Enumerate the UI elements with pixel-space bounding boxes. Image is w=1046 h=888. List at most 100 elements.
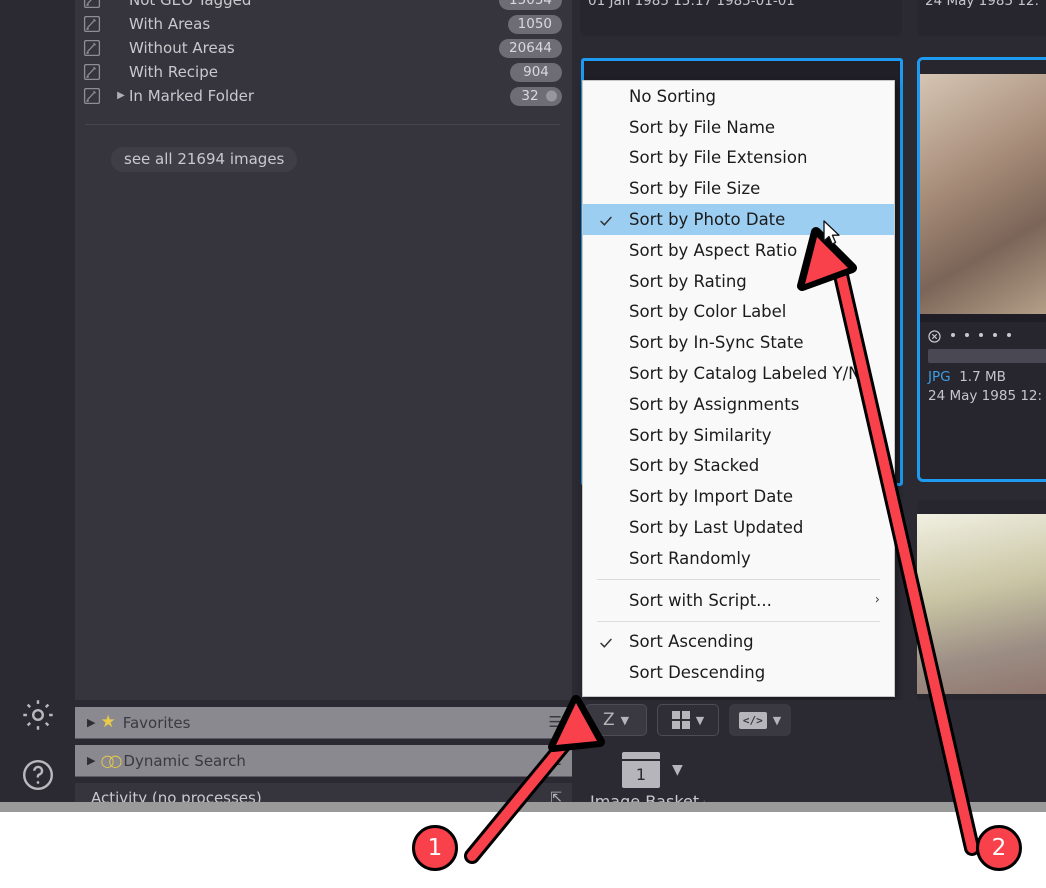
- chevron-right-icon[interactable]: ›: [875, 593, 880, 608]
- sort-menu-item[interactable]: Sort by Rating: [583, 266, 894, 297]
- sort-menu-item[interactable]: Sort by Color Label: [583, 297, 894, 328]
- star-icon: ★: [100, 712, 116, 732]
- thumbnail-date: 24 May 1985 12:: [928, 388, 1043, 404]
- chevron-right-icon[interactable]: ▶: [113, 91, 129, 101]
- sort-menu-item[interactable]: Sort Ascending: [583, 627, 894, 658]
- grid-icon: [671, 711, 690, 729]
- menu-item-label: Sort by Aspect Ratio: [629, 240, 798, 260]
- filter-list: Not GEO Tagged15054With Areas1050Without…: [75, 0, 572, 108]
- sort-menu-item[interactable]: Sort by Photo Date: [583, 204, 894, 235]
- menu-item-label: Sort by Assignments: [629, 394, 800, 414]
- filter-row[interactable]: With Areas 1050: [75, 12, 572, 36]
- menu-separator: [597, 620, 880, 622]
- rating-dot[interactable]: [965, 332, 969, 337]
- edit-square-icon[interactable]: [83, 0, 105, 9]
- filter-count: 904: [510, 62, 562, 82]
- menu-item-label: No Sorting: [629, 86, 717, 106]
- menu-item-label: Sort by Rating: [629, 271, 747, 291]
- dynamic-search-label: Dynamic Search: [123, 751, 246, 770]
- thumbnail-tile-selected[interactable]: JPG 1.7 MB 24 May 1985 12:: [917, 57, 1046, 482]
- edit-square-icon[interactable]: [83, 15, 105, 33]
- view-toolbar: Z ▼ ▼ </> ▼: [572, 700, 1046, 740]
- chevron-right-icon[interactable]: ▶: [87, 754, 95, 767]
- chevron-down-icon[interactable]: ▼: [773, 714, 781, 727]
- filter-panel: Not GEO Tagged15054With Areas1050Without…: [75, 0, 572, 700]
- filter-count: 20644: [499, 38, 562, 58]
- filter-row[interactable]: With Recipe 904: [75, 60, 572, 84]
- thumbnail-image: [917, 514, 1046, 694]
- check-icon: [599, 635, 613, 649]
- thumbnail-filetype-size: JPG 1.7 MB: [928, 369, 1006, 385]
- filter-count: 32: [510, 86, 562, 106]
- sort-menu-item[interactable]: Sort Descending: [583, 657, 894, 688]
- menu-item-label: Sort by File Size: [629, 179, 761, 199]
- sort-menu-item[interactable]: Sort with Script... ›: [583, 585, 894, 616]
- filter-row[interactable]: Without Areas 20644: [75, 36, 572, 60]
- filter-row[interactable]: Not GEO Tagged 15054: [75, 0, 572, 12]
- filter-row[interactable]: ▶ In Marked Folder 32: [75, 84, 572, 108]
- help-icon[interactable]: [20, 757, 56, 793]
- sort-dropdown-menu[interactable]: No Sorting Sort by File Name Sort by File …: [582, 80, 895, 697]
- sort-menu-item[interactable]: Sort Randomly: [583, 543, 894, 574]
- edit-square-icon[interactable]: [83, 63, 105, 81]
- menu-item-label: Sort by In-Sync State: [629, 333, 804, 353]
- thumbnail-date: 01 Jan 1985 15:17 1985-01-01: [588, 0, 795, 9]
- chevron-down-icon[interactable]: ▼: [621, 714, 629, 727]
- chevron-down-icon[interactable]: ▼: [696, 714, 704, 727]
- basket-icon[interactable]: 1: [622, 752, 660, 790]
- chevron-down-icon[interactable]: ▼: [672, 762, 683, 778]
- status-dot: [546, 90, 557, 102]
- sort-menu-item[interactable]: Sort by File Name: [583, 112, 894, 143]
- check-icon: [599, 213, 613, 227]
- chevron-right-icon[interactable]: ▶: [87, 716, 95, 729]
- annotation-badge-1: 1: [412, 825, 458, 871]
- filter-label: In Marked Folder: [129, 87, 255, 105]
- dynamic-search-section[interactable]: ▶ ○○ Dynamic Search ☰: [75, 745, 572, 777]
- basket-count: 1: [622, 761, 660, 788]
- sort-menu-item[interactable]: No Sorting: [583, 81, 894, 112]
- sort-order-button[interactable]: Z ▼: [585, 704, 647, 736]
- filter-label: Without Areas: [129, 39, 235, 57]
- sort-menu-item[interactable]: Sort by Import Date: [583, 481, 894, 512]
- thumbnail-tile[interactable]: 01 Jan 1985 15:17 1985-01-01: [580, 0, 902, 36]
- menu-icon[interactable]: ☰: [549, 715, 562, 730]
- thumbnail-tile[interactable]: 24 May 1985 12:: [917, 0, 1046, 36]
- edit-square-icon[interactable]: [83, 87, 105, 105]
- rating-dot[interactable]: [979, 332, 983, 337]
- menu-item-label: Sort Randomly: [629, 548, 751, 568]
- sort-menu-item[interactable]: Sort by Stacked: [583, 451, 894, 482]
- rating-control[interactable]: [920, 322, 1046, 343]
- menu-item-label: Sort by Last Updated: [629, 518, 804, 538]
- menu-separator: [597, 578, 880, 580]
- menu-icon[interactable]: ☰: [549, 753, 562, 768]
- rating-dot[interactable]: [1007, 332, 1011, 337]
- sort-menu-item[interactable]: Sort by Assignments: [583, 389, 894, 420]
- rating-dot[interactable]: [993, 332, 997, 337]
- metadata-overlay-button[interactable]: </> ▼: [729, 704, 791, 736]
- sort-az-label: Z: [602, 710, 615, 730]
- sort-menu-item[interactable]: Sort by Last Updated: [583, 512, 894, 543]
- thumbnail-tile[interactable]: [917, 500, 1046, 705]
- sort-menu-item[interactable]: Sort by Aspect Ratio: [583, 235, 894, 266]
- sort-menu-item[interactable]: Sort by File Extension: [583, 143, 894, 174]
- favorites-section[interactable]: ▶ ★ Favorites ☰: [75, 707, 572, 739]
- sort-menu-item[interactable]: Sort by Catalog Labeled Y/N: [583, 358, 894, 389]
- sort-menu-item[interactable]: Sort by In-Sync State: [583, 327, 894, 358]
- menu-item-label: Sort by Similarity: [629, 425, 772, 445]
- gear-icon[interactable]: [20, 697, 56, 733]
- view-mode-button[interactable]: ▼: [657, 704, 719, 736]
- menu-item-label: Sort Descending: [629, 663, 766, 683]
- sort-menu-item[interactable]: Sort by File Size: [583, 173, 894, 204]
- see-all-images-button[interactable]: see all 21694 images: [111, 147, 298, 172]
- edit-square-icon[interactable]: [83, 39, 105, 57]
- annotation-badge-2: 2: [976, 825, 1022, 871]
- menu-item-label: Sort by File Extension: [629, 148, 808, 168]
- filter-label: Not GEO Tagged: [129, 0, 252, 9]
- sort-menu-item[interactable]: Sort by Similarity: [583, 420, 894, 451]
- filter-label: With Recipe: [129, 63, 218, 81]
- clear-rating-icon[interactable]: [928, 328, 941, 343]
- menu-item-label: Sort by Color Label: [629, 302, 787, 322]
- mouse-cursor: [823, 220, 843, 246]
- menu-item-label: Sort by Catalog Labeled Y/N: [629, 364, 861, 384]
- rating-dot[interactable]: [951, 332, 955, 337]
